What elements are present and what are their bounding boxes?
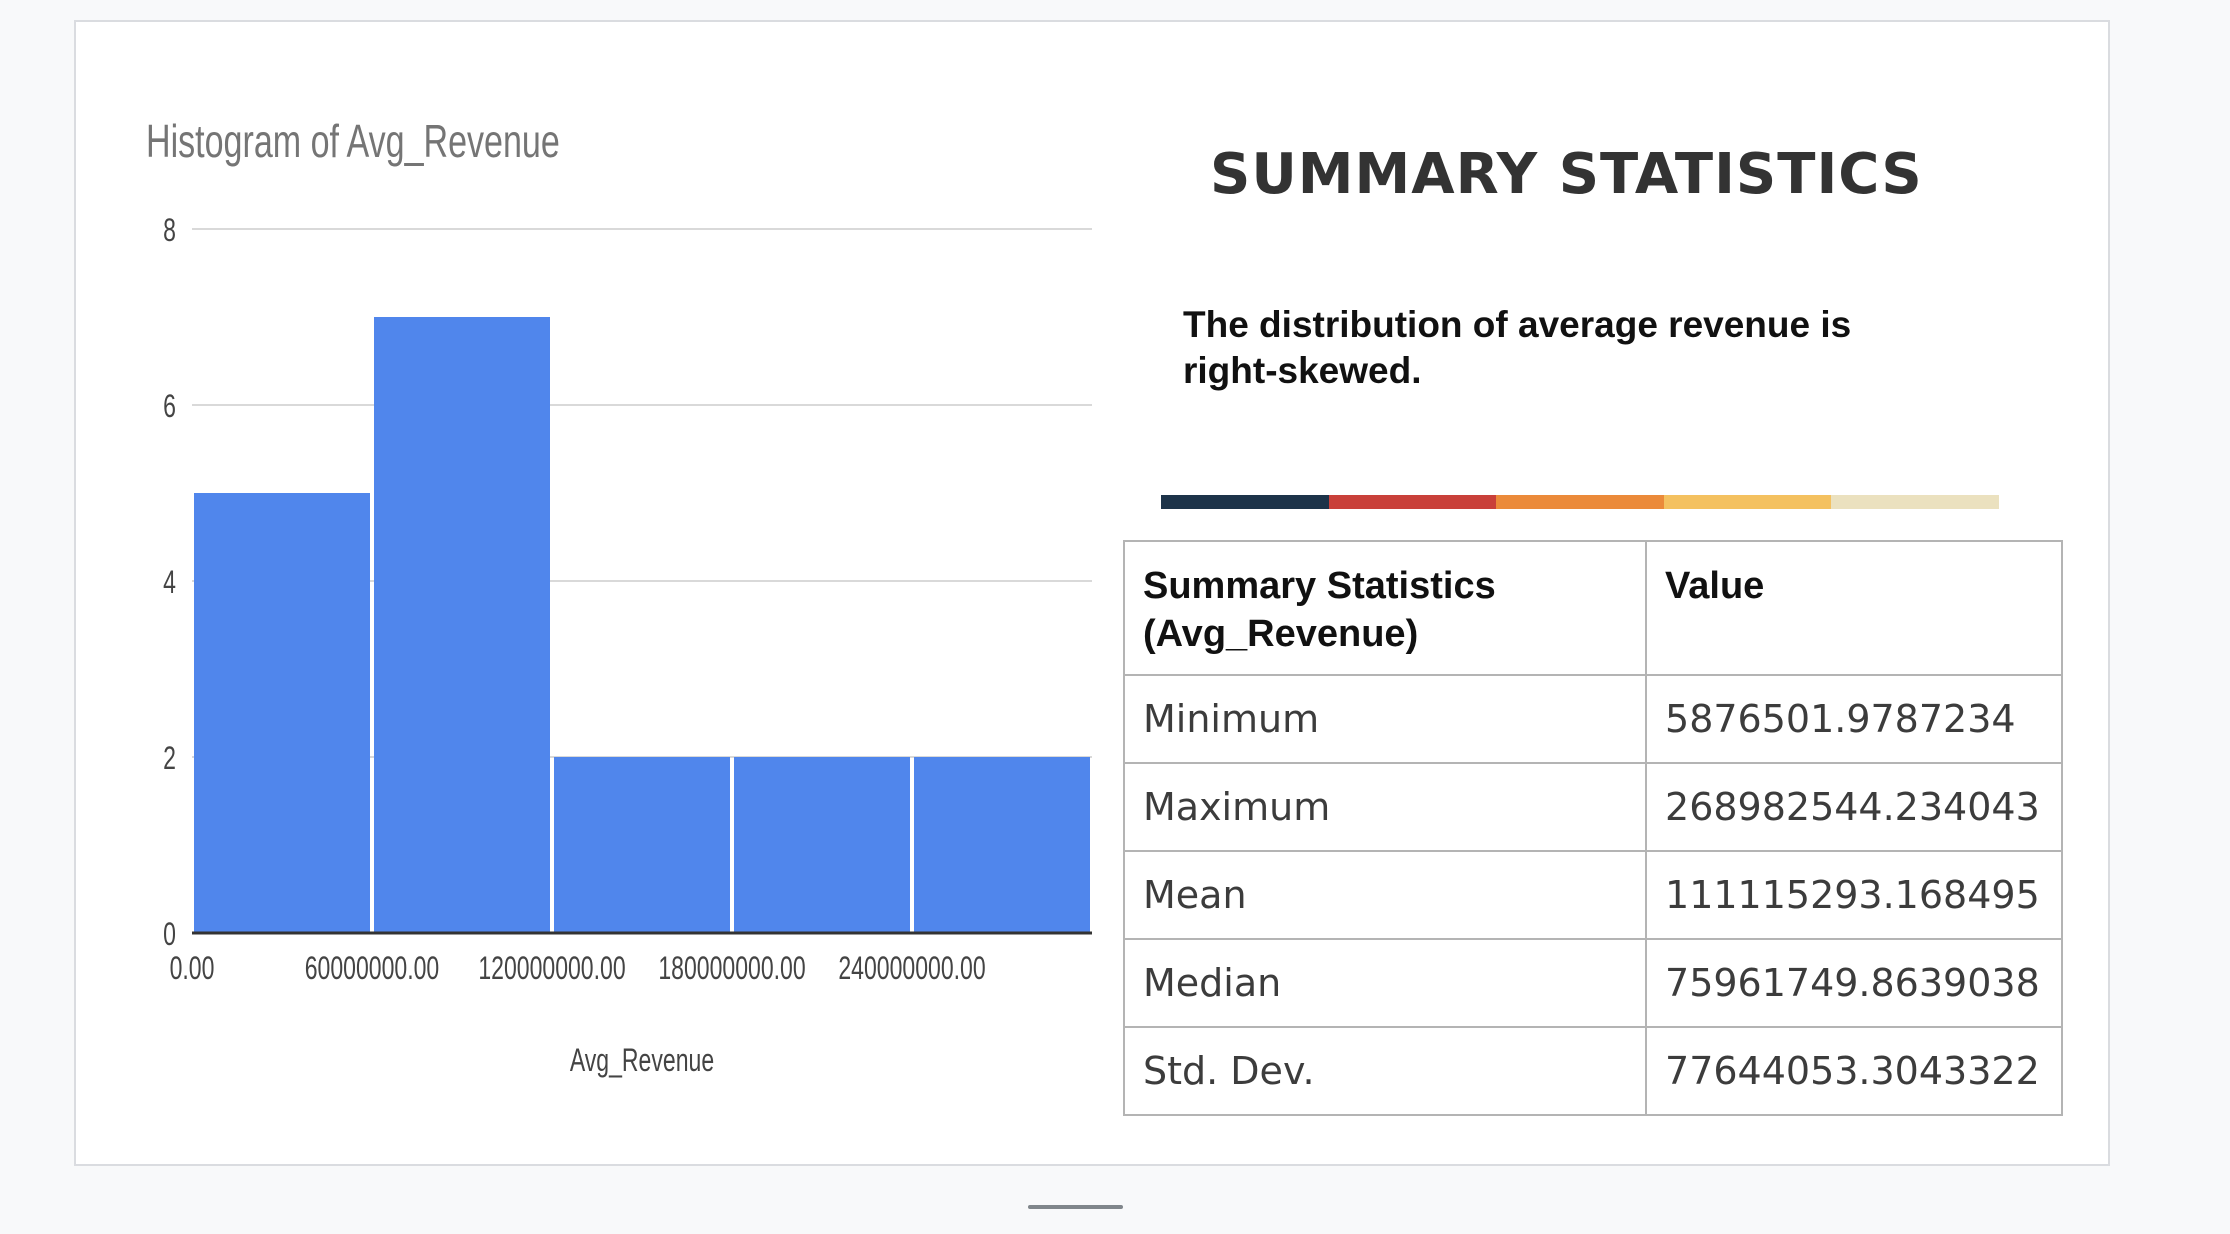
table-row: Mean 111115293.168495 [1122,850,2063,940]
histogram-chart: Histogram of Avg_Revenue 0 2 4 6 8 0.00 600000… [76,22,1176,1162]
table-row: Median 75961749.8639038 [1122,938,2063,1028]
table-row: Minimum 5876501.9787234 [1122,674,2063,764]
bars [194,317,1090,933]
summary-description: The distribution of average revenue is r… [1183,304,1852,391]
summary-title: SUMMARY STATISTICS [1210,142,1923,207]
table-cell-stat: Maximum [1122,762,1648,852]
y-tick-label: 0 [163,916,176,952]
table-header-row: Summary Statistics (Avg_Revenue) Value [1122,540,2063,676]
table-cell-stat: Median [1122,938,1648,1028]
color-bar [1161,495,1999,509]
color-bar-segment [1663,495,1832,509]
color-bar-segment [1496,495,1664,509]
summary-stats-table: Summary Statistics (Avg_Revenue) Value M… [1122,540,2063,1116]
y-tick-label: 8 [163,212,176,248]
x-tick-label: 240000000.00 [838,950,985,986]
table-row: Maximum 268982544.234043 [1122,762,2063,852]
y-tick-label: 6 [163,388,176,424]
table-cell-stat: Mean [1122,850,1648,940]
color-bar-segment [1161,495,1329,509]
y-tick-label: 2 [163,740,176,776]
table-cell-value: 77644053.3043322 [1645,1026,2063,1116]
x-tick-label: 60000000.00 [305,950,440,986]
table-cell-value: 5876501.9787234 [1645,674,2063,764]
histogram-bar [554,757,730,933]
x-tick-label: 180000000.00 [658,950,805,986]
table-cell-value: 268982544.234043 [1645,762,2063,852]
y-tick-label: 4 [163,564,176,600]
table-cell-value: 111115293.168495 [1645,850,2063,940]
color-bar-segment [1831,495,1999,509]
scroll-indicator[interactable] [1028,1205,1123,1209]
table-cell-stat: Minimum [1122,674,1648,764]
table-row: Std. Dev. 77644053.3043322 [1122,1026,2063,1116]
histogram-bar [734,757,910,933]
table-body: Minimum 5876501.9787234 Maximum 268982544.2… [1122,674,2063,1116]
table-header-value: Value [1645,540,2063,676]
chart-canvas: 0 2 4 6 8 0.00 60000000.00 120000000.00 18000000… [163,212,1092,1078]
slide: Histogram of Avg_Revenue 0 2 4 6 8 0.00 600000… [74,20,2110,1166]
x-axis-title: Avg_Revenue [570,1042,714,1078]
histogram-bar [914,757,1090,933]
x-tick-label: 0.00 [170,950,215,986]
histogram-bar [374,317,550,933]
color-bar-segment [1328,495,1497,509]
table-cell-value: 75961749.8639038 [1645,938,2063,1028]
histogram-bar [194,493,370,933]
table-header-stat: Summary Statistics (Avg_Revenue) [1122,540,1648,676]
x-tick-label: 120000000.00 [478,950,625,986]
table-cell-stat: Std. Dev. [1122,1026,1648,1116]
